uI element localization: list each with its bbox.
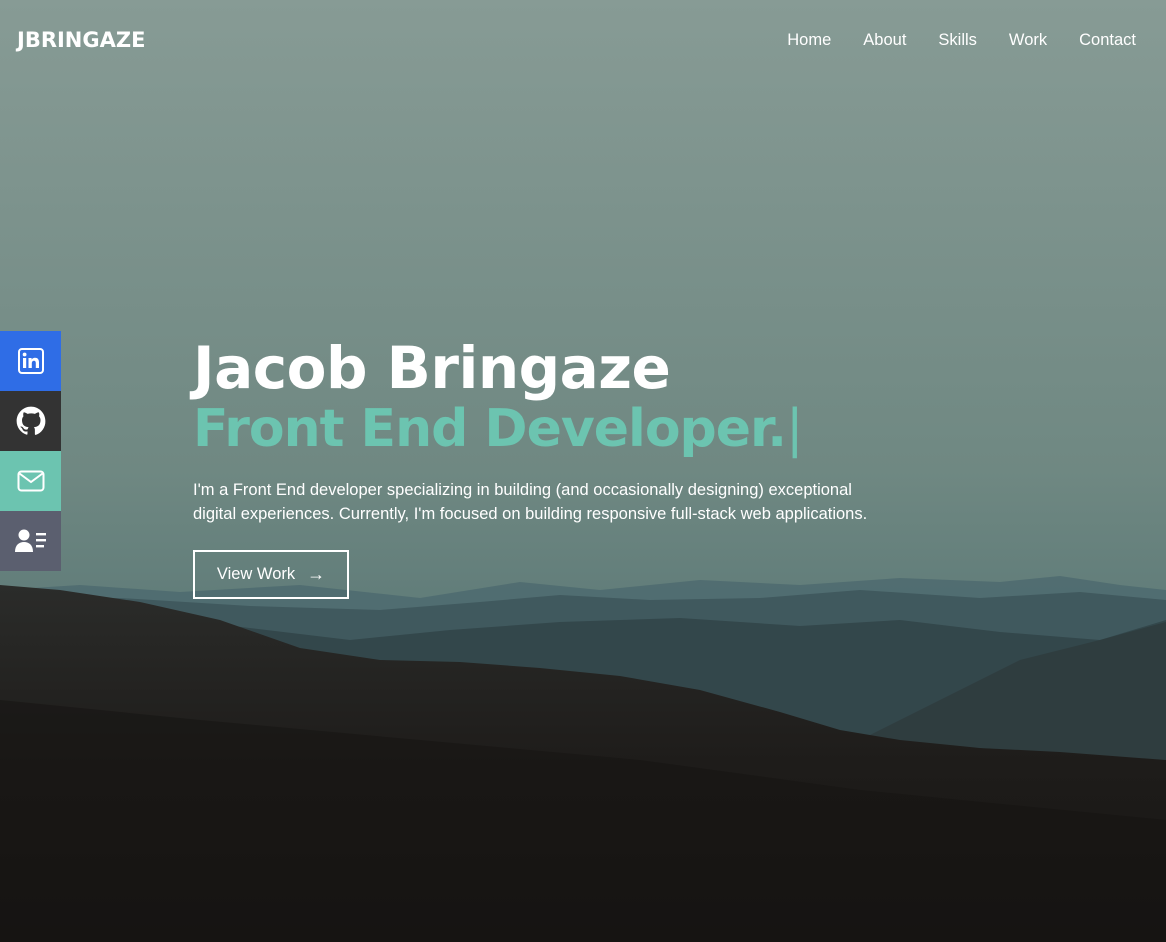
github-link[interactable] — [0, 391, 61, 451]
nav-link-skills[interactable]: Skills — [938, 31, 977, 50]
resume-link[interactable] — [0, 511, 61, 571]
hero-section: Jacob Bringaze Front End Developer.| I'm… — [193, 332, 953, 599]
mail-icon — [17, 470, 44, 492]
hero-description: I'm a Front End developer specializing i… — [193, 481, 868, 523]
hero-role: Front End Developer.| — [193, 398, 953, 460]
hero-name: Jacob Bringaze — [193, 334, 671, 402]
nav-link-home[interactable]: Home — [787, 31, 831, 50]
nav-link-work[interactable]: Work — [1009, 31, 1047, 50]
view-work-button[interactable]: View Work → — [193, 550, 349, 599]
brand-logo[interactable]: JBRINGAZE — [17, 28, 145, 52]
github-icon — [16, 406, 45, 435]
typing-cursor: | — [786, 399, 804, 459]
hero-role-text: Front End Developer. — [193, 399, 787, 459]
view-work-label: View Work — [216, 565, 296, 583]
nav-link-contact[interactable]: Contact — [1079, 31, 1136, 50]
arrow-right-icon: → — [307, 564, 326, 584]
page: JBRINGAZE Home About Skills Work Contact — [0, 0, 1166, 942]
social-sidebar — [0, 331, 61, 571]
resume-icon — [14, 529, 46, 552]
nav-link-about[interactable]: About — [863, 31, 906, 50]
navbar: JBRINGAZE Home About Skills Work Contact — [0, 0, 1166, 80]
nav-links: Home About Skills Work Contact — [787, 31, 1136, 50]
linkedin-link[interactable] — [0, 331, 61, 391]
linkedin-icon — [17, 348, 44, 374]
email-link[interactable] — [0, 451, 61, 511]
